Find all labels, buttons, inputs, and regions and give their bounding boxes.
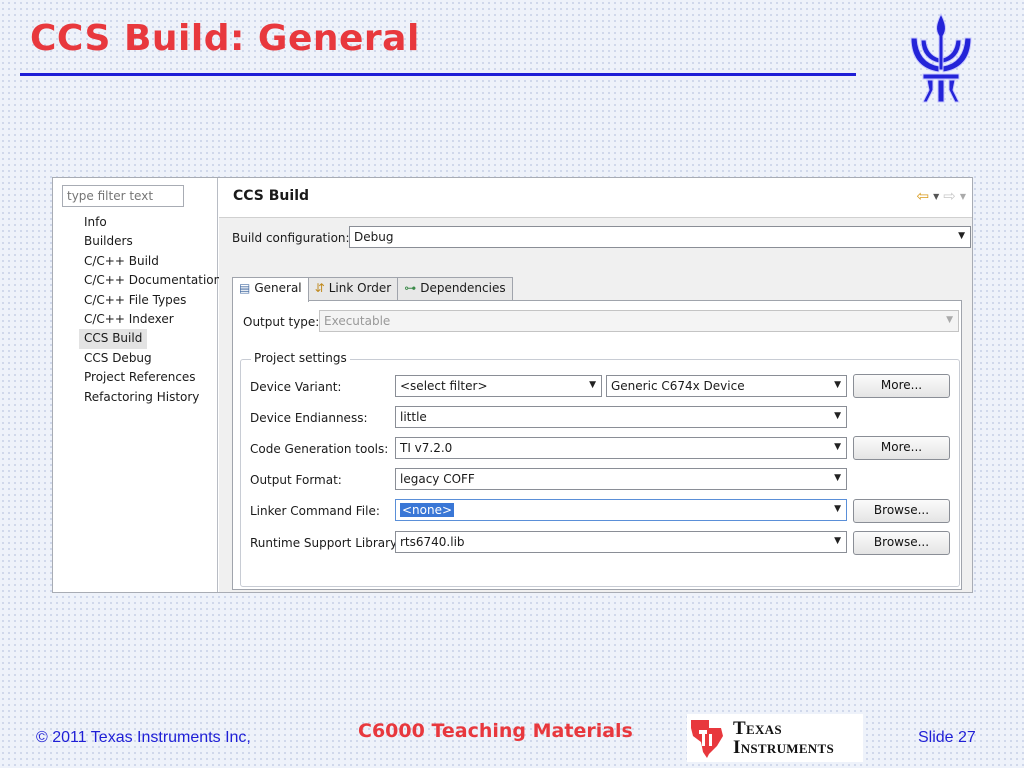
runtime-support-library-select[interactable]: rts6740.lib ▼ bbox=[395, 531, 847, 553]
code-generation-tools-select[interactable]: TI v7.2.0 ▼ bbox=[395, 437, 847, 459]
code-generation-tools-label: Code Generation tools: bbox=[250, 442, 389, 456]
device-variant-label: Device Variant: bbox=[250, 380, 342, 394]
nav-item-ccs-debug[interactable]: CCS Debug bbox=[79, 351, 157, 365]
runtime-support-library-value: rts6740.lib bbox=[400, 535, 465, 549]
nav-item-cpp-documentation[interactable]: C/C++ Documentation bbox=[79, 273, 226, 287]
device-endianness-select[interactable]: little ▼ bbox=[395, 406, 847, 428]
title-rule bbox=[20, 73, 856, 76]
filter-input[interactable] bbox=[62, 185, 184, 207]
copyright-text: © 2011 Texas Instruments Inc, bbox=[36, 729, 251, 746]
output-format-label: Output Format: bbox=[250, 473, 342, 487]
build-configuration-select[interactable]: Debug ▼ bbox=[349, 226, 971, 248]
chevron-down-icon: ▼ bbox=[958, 231, 965, 241]
properties-icon: ▤ bbox=[239, 281, 251, 295]
device-endianness-value: little bbox=[400, 410, 427, 424]
nav-item-cpp-build[interactable]: C/C++ Build bbox=[79, 254, 164, 268]
device-variant-value: Generic C674x Device bbox=[611, 379, 745, 393]
linker-command-file-label: Linker Command File: bbox=[250, 504, 380, 518]
output-type-label: Output type: bbox=[243, 315, 320, 329]
output-type-select[interactable]: Executable ▼ bbox=[319, 310, 959, 332]
dependencies-icon: ⊶ bbox=[404, 281, 417, 295]
linker-command-file-select[interactable]: <none> ▼ bbox=[395, 499, 847, 521]
chevron-down-icon: ▼ bbox=[589, 380, 596, 390]
nav-item-refactoring-history[interactable]: Refactoring History bbox=[79, 390, 204, 404]
device-filter-value: <select filter> bbox=[400, 379, 488, 393]
settings-tabs: ▤ General ⇵ Link Order ⊶ Dependencies bbox=[232, 277, 513, 302]
nav-item-builders[interactable]: Builders bbox=[79, 234, 138, 248]
properties-nav-list: Info Builders C/C++ Build C/C++ Document… bbox=[79, 213, 226, 407]
chevron-down-icon: ▼ bbox=[834, 504, 841, 514]
properties-panel: CCS Build ⇦ ▼ ⇨ ▼ Build configuration: D… bbox=[219, 178, 972, 592]
ti-logo-line1: Texas bbox=[733, 718, 782, 739]
linker-command-file-value: <none> bbox=[400, 503, 455, 517]
chevron-down-icon: ▼ bbox=[834, 536, 841, 546]
panel-title: CCS Build bbox=[233, 188, 310, 204]
tab-general-label: General bbox=[254, 281, 302, 295]
panel-header: CCS Build ⇦ ▼ ⇨ ▼ bbox=[219, 178, 972, 218]
codegen-more-button[interactable]: More... bbox=[853, 436, 950, 460]
tab-link-order-label: Link Order bbox=[328, 281, 392, 295]
back-arrow-icon[interactable]: ⇦ bbox=[917, 187, 930, 205]
texas-instruments-logo: Texas Instruments bbox=[687, 714, 863, 762]
tab-link-order[interactable]: ⇵ Link Order bbox=[307, 277, 399, 301]
device-filter-select[interactable]: <select filter> ▼ bbox=[395, 375, 602, 397]
build-configuration-label: Build configuration: bbox=[232, 231, 350, 245]
nav-item-cpp-file-types[interactable]: C/C++ File Types bbox=[79, 293, 191, 307]
nav-item-info[interactable]: Info bbox=[79, 215, 112, 229]
history-navigation: ⇦ ▼ ⇨ ▼ bbox=[917, 187, 966, 205]
back-dropdown-icon[interactable]: ▼ bbox=[933, 192, 939, 201]
tab-general[interactable]: ▤ General bbox=[232, 277, 309, 302]
device-more-button[interactable]: More... bbox=[853, 374, 950, 398]
ccs-build-properties-window: Info Builders C/C++ Build C/C++ Document… bbox=[52, 177, 973, 593]
nav-item-cpp-indexer[interactable]: C/C++ Indexer bbox=[79, 312, 179, 326]
chevron-down-icon: ▼ bbox=[834, 380, 841, 390]
forward-arrow-icon[interactable]: ⇨ bbox=[943, 187, 956, 205]
menorah-emblem-icon bbox=[910, 12, 972, 103]
tab-dependencies-label: Dependencies bbox=[420, 281, 506, 295]
slide-title: CCS Build: General bbox=[30, 18, 420, 59]
rts-browse-button[interactable]: Browse... bbox=[853, 531, 950, 555]
slide-number: Slide 27 bbox=[918, 729, 976, 746]
output-format-value: legacy COFF bbox=[400, 472, 475, 486]
build-configuration-value: Debug bbox=[354, 230, 394, 244]
chevron-down-icon: ▼ bbox=[946, 315, 953, 325]
ti-state-icon bbox=[691, 720, 723, 758]
forward-dropdown-icon[interactable]: ▼ bbox=[960, 192, 966, 201]
runtime-support-library-label: Runtime Support Library: bbox=[250, 536, 401, 550]
project-settings-legend: Project settings bbox=[251, 351, 350, 365]
tab-dependencies[interactable]: ⊶ Dependencies bbox=[397, 277, 513, 301]
ti-logo-line2: Instruments bbox=[733, 737, 834, 758]
properties-sidebar: Info Builders C/C++ Build C/C++ Document… bbox=[53, 178, 221, 592]
nav-item-project-references[interactable]: Project References bbox=[79, 370, 201, 384]
link-order-icon: ⇵ bbox=[314, 281, 325, 295]
chevron-down-icon: ▼ bbox=[834, 473, 841, 483]
chevron-down-icon: ▼ bbox=[834, 411, 841, 421]
device-endianness-label: Device Endianness: bbox=[250, 411, 368, 425]
output-type-value: Executable bbox=[324, 314, 391, 328]
project-settings-group: Project settings Device Variant: <select… bbox=[240, 351, 960, 587]
chevron-down-icon: ▼ bbox=[834, 442, 841, 452]
general-tab-content: Output type: Executable ▼ Project settin… bbox=[232, 300, 962, 590]
output-format-select[interactable]: legacy COFF ▼ bbox=[395, 468, 847, 490]
code-generation-tools-value: TI v7.2.0 bbox=[400, 441, 453, 455]
linker-browse-button[interactable]: Browse... bbox=[853, 499, 950, 523]
nav-item-ccs-build[interactable]: CCS Build bbox=[79, 329, 148, 349]
device-variant-select[interactable]: Generic C674x Device ▼ bbox=[606, 375, 847, 397]
footer-center-text: C6000 Teaching Materials bbox=[358, 720, 633, 742]
